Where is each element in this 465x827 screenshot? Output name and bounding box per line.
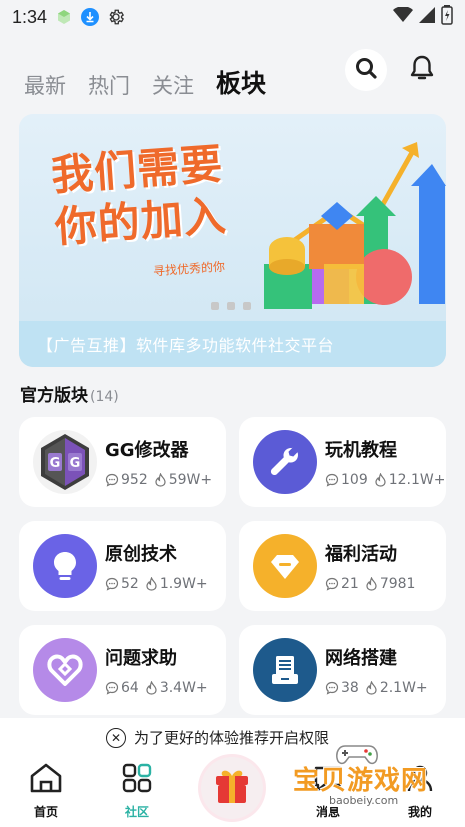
- wrench-icon: [253, 430, 317, 494]
- carousel-indicator: [211, 302, 251, 310]
- board-card-gg[interactable]: G G GG修改器 952 59W+: [19, 417, 226, 507]
- board-post-count: 952: [121, 472, 148, 488]
- carousel-dot[interactable]: [211, 302, 219, 310]
- download-icon: [81, 8, 100, 26]
- board-post-count: 109: [341, 472, 368, 488]
- flame-icon: [366, 577, 377, 591]
- carousel-dot[interactable]: [243, 302, 251, 310]
- promo-banner[interactable]: 我们需要 你的加入 寻找优秀的你 【广告互推】软件库多功能软件社交平台: [19, 114, 446, 367]
- nav-community-label: 社区: [124, 805, 149, 819]
- watermark-title: 宝贝游戏网: [293, 766, 429, 796]
- gg-logo-icon: G G: [33, 430, 97, 494]
- gem-icon: [253, 534, 317, 598]
- status-time: 1:34: [12, 6, 48, 27]
- board-post-count: 64: [121, 680, 139, 696]
- banner-headline: 我们需要 你的加入: [50, 138, 229, 254]
- board-name: 玩机教程: [325, 440, 397, 461]
- nav-home-label: 首页: [33, 805, 58, 819]
- carousel-dot[interactable]: [227, 302, 235, 310]
- board-card-welfare[interactable]: 福利活动 21 7981: [239, 521, 446, 611]
- board-heat: 7981: [379, 576, 416, 592]
- banner-caption: 【广告互推】软件库多功能软件社交平台: [19, 321, 446, 367]
- board-heat: 1.9W+: [159, 576, 208, 592]
- flame-icon: [146, 681, 157, 695]
- grid-icon: [121, 762, 153, 797]
- tab-latest[interactable]: 最新: [24, 58, 66, 100]
- board-heat: 2.1W+: [379, 680, 428, 696]
- comment-icon: [325, 473, 339, 487]
- board-post-count: 38: [341, 680, 359, 696]
- status-bar: 1:34: [0, 0, 465, 34]
- flame-icon: [146, 577, 157, 591]
- board-card-network[interactable]: 网络搭建 38 2.1W+: [239, 625, 446, 715]
- section-title-text: 官方版块: [20, 386, 88, 406]
- board-heat: 12.1W+: [388, 472, 446, 488]
- nav-community[interactable]: 社区: [121, 762, 153, 820]
- gift-icon: [210, 764, 254, 812]
- settings-gear-icon: [107, 8, 125, 26]
- bell-icon: [408, 54, 436, 86]
- board-heat: 59W+: [168, 472, 213, 488]
- lightbulb-icon: [33, 534, 97, 598]
- tab-following[interactable]: 关注: [152, 58, 194, 100]
- watermark: 宝贝游戏网 baobeiy.com: [287, 742, 437, 812]
- comment-icon: [325, 577, 339, 591]
- board-post-count: 21: [341, 576, 359, 592]
- wifi-icon: [393, 5, 413, 28]
- nav-home[interactable]: 首页: [28, 762, 64, 820]
- section-title: 官方版块 (14): [20, 381, 119, 406]
- search-icon: [354, 56, 378, 84]
- comment-icon: [325, 681, 339, 695]
- home-icon: [28, 762, 64, 797]
- comment-icon: [105, 577, 119, 591]
- close-icon[interactable]: ✕: [106, 727, 126, 748]
- board-card-help[interactable]: 问题求助 64 3.4W+: [19, 625, 226, 715]
- tab-hot[interactable]: 热门: [88, 58, 130, 100]
- comment-icon: [105, 473, 119, 487]
- watermark-url: baobeiy.com: [327, 794, 401, 807]
- flame-icon: [155, 473, 166, 487]
- gift-button[interactable]: [201, 757, 263, 819]
- board-name: 福利活动: [325, 544, 397, 565]
- board-name: 原创技术: [105, 544, 177, 565]
- board-name: 网络搭建: [325, 648, 397, 669]
- svg-text:G: G: [50, 456, 61, 471]
- comment-icon: [105, 681, 119, 695]
- board-post-count: 52: [121, 576, 139, 592]
- board-card-original-tech[interactable]: 原创技术 52 1.9W+: [19, 521, 226, 611]
- search-button[interactable]: [345, 49, 387, 91]
- board-heat: 3.4W+: [159, 680, 208, 696]
- flame-icon: [375, 473, 386, 487]
- board-name: GG修改器: [105, 440, 189, 461]
- notification-button[interactable]: [401, 49, 443, 91]
- battery-icon: [441, 4, 453, 30]
- section-count: (14): [90, 389, 119, 405]
- heart-help-icon: [33, 638, 97, 702]
- app-cube-icon: [55, 8, 73, 26]
- tab-boards[interactable]: 板块: [216, 52, 267, 118]
- server-icon: [253, 638, 317, 702]
- top-navigation: 最新 热门 关注 板块: [0, 40, 465, 118]
- signal-icon: [419, 6, 435, 28]
- board-name: 问题求助: [105, 648, 177, 669]
- svg-text:G: G: [70, 456, 81, 471]
- flame-icon: [366, 681, 377, 695]
- board-card-tutorials[interactable]: 玩机教程 109 12.1W+: [239, 417, 446, 507]
